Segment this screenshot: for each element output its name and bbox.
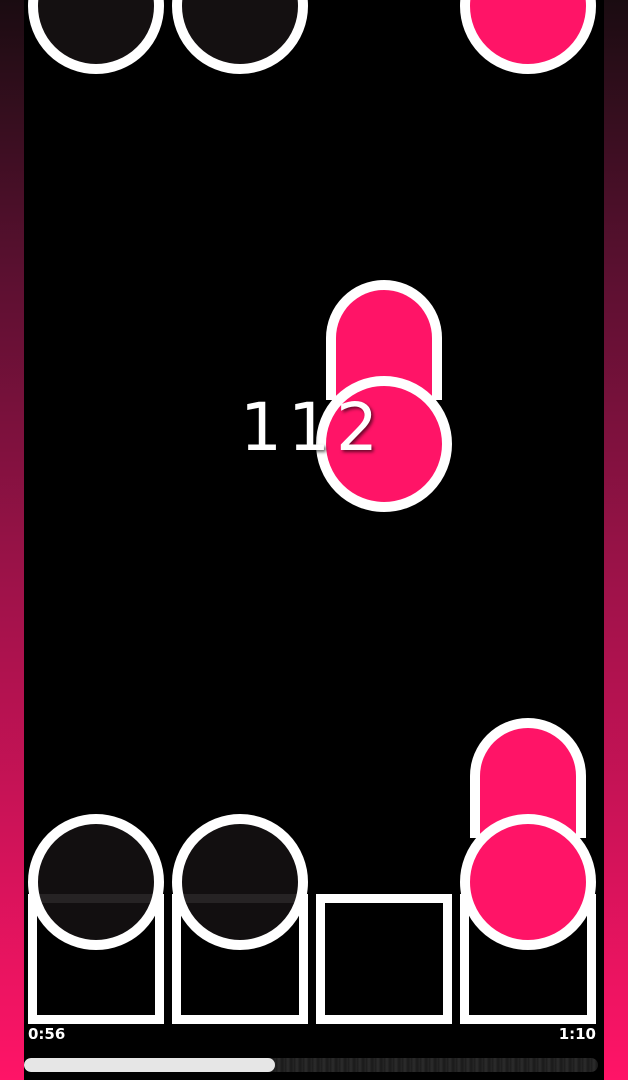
hold-note-head-lane-4 [460, 814, 596, 950]
elapsed-time: 0:56 [28, 1025, 66, 1043]
left-side-bar [0, 0, 24, 1080]
song-progress-bar[interactable] [24, 1058, 598, 1072]
note-lane-2-hit [172, 814, 308, 950]
receptor-lane-3[interactable] [316, 894, 452, 1024]
score-counter: 112 [240, 389, 384, 466]
playfield[interactable]: 112 0:56 1:10 [24, 0, 600, 1080]
note-lane-4-top [460, 0, 596, 74]
song-progress-fill [24, 1058, 275, 1072]
note-lane-2-top [172, 0, 308, 74]
game-screen: 112 0:56 1:10 [0, 0, 628, 1080]
hold-note-head-lane-3 [316, 376, 452, 512]
total-time: 1:10 [558, 1025, 596, 1043]
right-side-bar [604, 0, 628, 1080]
note-lane-1-top [28, 0, 164, 74]
note-lane-1-hit [28, 814, 164, 950]
